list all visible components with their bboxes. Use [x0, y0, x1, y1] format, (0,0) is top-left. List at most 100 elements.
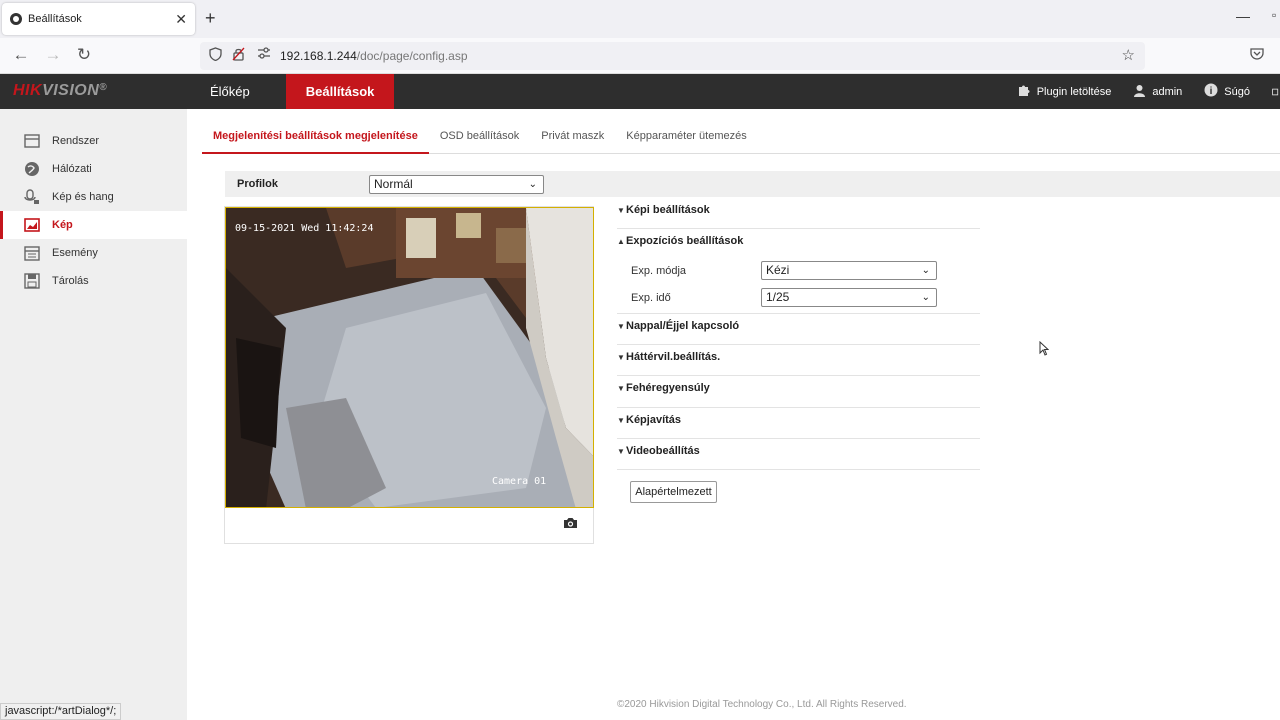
- section-title: Képjavítás: [626, 414, 682, 426]
- permissions-icon[interactable]: [257, 47, 271, 62]
- profile-label: Profilok: [237, 178, 278, 190]
- help-link[interactable]: i Súgó: [1204, 83, 1250, 100]
- chevron-down-icon: ⌄: [528, 179, 537, 190]
- sidebar-item-system[interactable]: Rendszer: [0, 127, 187, 155]
- network-icon: [24, 161, 40, 177]
- section-title: Fehéregyensúly: [626, 382, 710, 394]
- sidebar-item-label: Hálózati: [52, 163, 92, 175]
- sidebar-item-label: Esemény: [52, 247, 98, 259]
- exp-mode-label: Exp. módja: [631, 265, 687, 277]
- browser-tab-title: Beállítások: [28, 13, 82, 25]
- section-day-night[interactable]: ▼ Nappal/Éjjel kapcsoló: [617, 320, 980, 345]
- svg-text:i: i: [1210, 86, 1213, 97]
- chevron-down-icon: ▼: [617, 352, 625, 362]
- video-audio-icon: [24, 189, 40, 205]
- live-video-frame[interactable]: 09-15-2021 Wed 11:42:24 Camera 01: [225, 207, 594, 508]
- url-host: 192.168.1.244: [280, 49, 357, 63]
- shield-icon[interactable]: [209, 47, 222, 64]
- chevron-down-icon: ▼: [617, 205, 625, 215]
- profile-select-value: Normál: [374, 177, 413, 191]
- storage-icon: [24, 273, 40, 289]
- section-video-settings[interactable]: ▼ Videobeállítás: [617, 445, 980, 470]
- pocket-icon[interactable]: [1250, 47, 1264, 63]
- browser-tab[interactable]: Beállítások ✕: [2, 3, 195, 35]
- maximize-window-icon[interactable]: ▫: [1272, 8, 1276, 22]
- help-label: Súgó: [1224, 85, 1250, 98]
- back-icon[interactable]: ←: [10, 45, 32, 65]
- video-preview-box: 09-15-2021 Wed 11:42:24 Camera 01: [224, 206, 594, 544]
- default-button[interactable]: Alapértelmezett: [630, 481, 717, 503]
- main-nav: Élőkép Beállítások: [190, 74, 395, 109]
- sidebar-item-storage[interactable]: Tárolás: [0, 267, 187, 295]
- video-timestamp: 09-15-2021 Wed 11:42:24: [235, 223, 374, 234]
- section-image-enhancement[interactable]: ▼ Képjavítás: [617, 414, 980, 439]
- exp-time-value: 1/25: [766, 290, 790, 304]
- system-icon: [24, 133, 40, 149]
- url-path: /doc/page/config.asp: [356, 49, 468, 63]
- chevron-up-icon: ▲: [617, 236, 625, 246]
- reload-icon[interactable]: ↻: [73, 45, 95, 65]
- section-image-settings[interactable]: ▼ Képi beállítások: [617, 204, 980, 229]
- video-camera-name: Camera 01: [492, 476, 547, 487]
- nav-live-view[interactable]: Élőkép: [190, 74, 270, 109]
- exp-time-label: Exp. idő: [631, 292, 671, 304]
- tab-image-schedule[interactable]: Képparaméter ütemezés: [615, 118, 757, 154]
- chevron-down-icon: ▼: [617, 446, 625, 456]
- chevron-down-icon: ⌄: [921, 265, 930, 276]
- chevron-down-icon: ▼: [617, 415, 625, 425]
- tab-osd-settings[interactable]: OSD beállítások: [429, 118, 530, 154]
- sidebar-item-image[interactable]: Kép: [0, 211, 187, 239]
- app-header: HIKVISION® Élőkép Beállítások Plugin let…: [0, 74, 1280, 109]
- browser-status-bar: javascript:/*artDialog*/;: [0, 703, 122, 720]
- sidebar-item-label: Kép és hang: [52, 191, 114, 203]
- address-bar[interactable]: 192.168.1.244/doc/page/config.asp ☆: [200, 42, 1145, 70]
- tab-privacy-mask[interactable]: Privát maszk: [530, 118, 615, 154]
- plugin-download-link[interactable]: Plugin letöltése: [1017, 83, 1112, 100]
- section-white-balance[interactable]: ▼ Fehéregyensúly: [617, 382, 980, 408]
- exp-mode-value: Kézi: [766, 263, 790, 277]
- tab-display-settings[interactable]: Megjelenítési beállítások megjelenítése: [202, 118, 429, 154]
- settings-sidebar: Rendszer Hálózati Kép és hang Kép Esemén…: [0, 109, 187, 720]
- user-icon: [1133, 84, 1146, 100]
- section-backlight[interactable]: ▼ Háttérvil.beállítás.: [617, 351, 980, 376]
- camera-scene-image: [226, 208, 593, 507]
- section-title: Háttérvil.beállítás.: [626, 351, 721, 363]
- copyright-footer: ©2020 Hikvision Digital Technology Co., …: [617, 699, 907, 710]
- sidebar-item-video-audio[interactable]: Kép és hang: [0, 183, 187, 211]
- section-title: Nappal/Éjjel kapcsoló: [626, 320, 740, 332]
- chevron-down-icon: ▼: [617, 321, 625, 331]
- minimize-window-icon[interactable]: —: [1236, 8, 1250, 24]
- profile-select[interactable]: Normál ⌄: [369, 175, 544, 194]
- image-icon: [24, 217, 40, 233]
- image-settings-tabs: Megjelenítési beállítások megjelenítése …: [202, 118, 1280, 154]
- event-icon: [24, 245, 40, 261]
- plugin-download-label: Plugin letöltése: [1036, 85, 1112, 98]
- bookmark-star-icon[interactable]: ☆: [1122, 46, 1135, 64]
- sidebar-item-label: Kép: [52, 219, 73, 231]
- nav-settings[interactable]: Beállítások: [285, 74, 395, 109]
- sidebar-item-event[interactable]: Esemény: [0, 239, 187, 267]
- user-name-label: admin: [1152, 85, 1183, 98]
- section-title: Képi beállítások: [626, 204, 710, 216]
- close-tab-icon[interactable]: ✕: [175, 11, 187, 28]
- section-title: Expozíciós beállítások: [626, 235, 744, 247]
- logout-icon[interactable]: [1272, 85, 1280, 99]
- camera-icon[interactable]: [563, 516, 578, 532]
- exp-time-select[interactable]: 1/25 ⌄: [761, 288, 937, 307]
- section-title: Videobeállítás: [626, 445, 700, 457]
- exp-mode-select[interactable]: Kézi ⌄: [761, 261, 937, 280]
- chevron-down-icon: ⌄: [921, 292, 930, 303]
- help-icon: i: [1204, 83, 1218, 100]
- url-text[interactable]: 192.168.1.244/doc/page/config.asp: [280, 49, 468, 63]
- mouse-cursor-icon: [1039, 340, 1050, 359]
- sidebar-item-network[interactable]: Hálózati: [0, 155, 187, 183]
- browser-nav-bar: ← → ↻ 192.168.1.244/doc/page/config.asp …: [0, 38, 1280, 74]
- new-tab-icon[interactable]: +: [205, 8, 216, 29]
- hikvision-logo: HIKVISION®: [13, 82, 108, 99]
- header-right-menu: Plugin letöltése admin i Súgó: [1017, 74, 1280, 109]
- user-menu[interactable]: admin: [1133, 84, 1182, 100]
- sidebar-item-label: Rendszer: [52, 135, 100, 147]
- chevron-down-icon: ▼: [617, 383, 625, 393]
- forward-icon[interactable]: →: [42, 45, 64, 65]
- insecure-lock-icon[interactable]: [232, 47, 245, 64]
